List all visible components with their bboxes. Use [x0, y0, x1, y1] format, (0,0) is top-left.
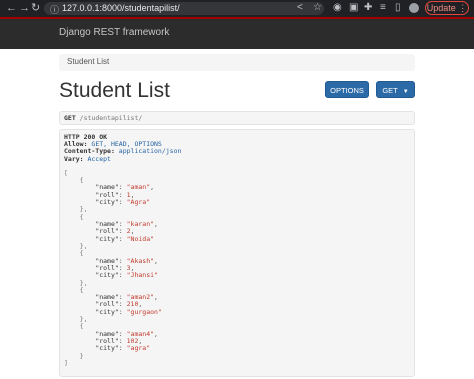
json-string-value: "gurgaon": [126, 307, 162, 316]
json-string-value: "Agra": [126, 198, 151, 207]
update-button[interactable]: Update ⋮: [425, 1, 469, 15]
reload-icon[interactable]: ↻: [31, 2, 40, 14]
brace: {: [79, 212, 84, 221]
bracket: ]: [64, 358, 68, 367]
json-key: "city": [95, 198, 119, 207]
json-string-value: "Akash": [126, 256, 155, 265]
brace: {: [79, 249, 84, 258]
extension-icon[interactable]: ◉: [333, 2, 342, 14]
json-string-value: "agra": [126, 344, 151, 353]
browser-toolbar: ← → ↻ ⓘ 127.0.0.1:8000/studentapilist/ <…: [0, 0, 474, 17]
shield-extension-icon[interactable]: ▣: [349, 2, 358, 14]
header-value: Accept: [87, 154, 111, 163]
get-label: GET: [382, 86, 398, 95]
bracket: [: [64, 168, 68, 177]
puzzle-extensions-icon[interactable]: ✚: [364, 2, 372, 14]
bookmark-star-icon[interactable]: ☆: [313, 2, 322, 14]
json-string-value: "aman": [126, 183, 151, 192]
site-info-icon[interactable]: ⓘ: [50, 3, 59, 16]
brace: {: [79, 285, 84, 294]
header-value: application/json: [118, 147, 182, 156]
response-body: [ { "name": "aman", "roll": 1, "city": "…: [64, 168, 162, 367]
header-name: Vary:: [64, 154, 88, 163]
request-method: GET: [64, 114, 76, 122]
list-icon[interactable]: ≡: [380, 2, 386, 14]
brace: {: [79, 176, 84, 185]
url-text: 127.0.0.1:8000/studentapilist/: [62, 3, 180, 13]
request-info: GET /studentapilist/: [59, 111, 415, 125]
json-string-value: "karan": [126, 220, 155, 228]
brand-link[interactable]: Django REST framework: [59, 27, 169, 38]
breadcrumb: Student List: [59, 54, 415, 71]
back-icon[interactable]: ←: [6, 2, 17, 14]
page-title: Student List: [59, 79, 170, 102]
get-button[interactable]: GET ▼: [376, 81, 415, 98]
response-panel: HTTP 200 OK Allow: GET, HEAD, OPTIONS Con…: [59, 129, 415, 377]
share-icon[interactable]: <: [297, 2, 303, 14]
breadcrumb-item[interactable]: Student List: [67, 57, 109, 66]
json-string-value: "Jhansi": [126, 271, 158, 280]
menu-dots-icon: ⋮: [458, 3, 468, 13]
json-key: "city": [95, 307, 119, 316]
json-key: "city": [95, 271, 119, 280]
json-key: "city": [95, 234, 119, 243]
address-bar[interactable]: ⓘ 127.0.0.1:8000/studentapilist/: [44, 2, 324, 15]
forward-icon[interactable]: →: [19, 2, 30, 14]
brace: {: [79, 322, 84, 331]
response-headers: Allow: GET, HEAD, OPTIONS Content-Type: a…: [64, 141, 410, 163]
sidebar-icon[interactable]: ▯: [395, 2, 401, 14]
json-key: "city": [95, 344, 119, 353]
response-header: Content-Type: application/json: [64, 148, 410, 155]
caret-down-icon: ▼: [402, 89, 409, 95]
brace: }: [79, 351, 84, 360]
json-string-value: "Noida": [126, 234, 155, 243]
update-label: Update: [426, 3, 456, 13]
request-path: /studentapilist/: [79, 114, 143, 122]
options-button[interactable]: OPTIONS: [325, 81, 369, 98]
navbar: Django REST framework: [0, 17, 474, 49]
response-header: Vary: Accept: [64, 154, 410, 163]
avatar[interactable]: [409, 3, 419, 13]
